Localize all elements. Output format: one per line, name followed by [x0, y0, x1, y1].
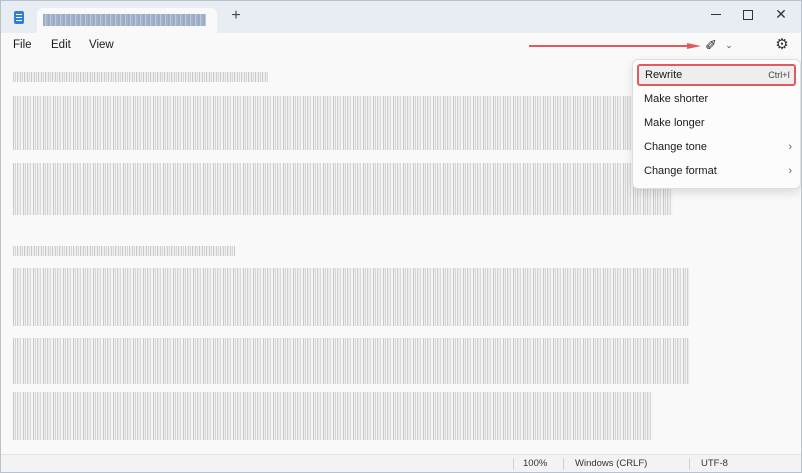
- menu-item-label: Make longer: [644, 117, 705, 129]
- minimize-button[interactable]: [698, 3, 734, 25]
- blurred-text-line: [13, 246, 235, 256]
- menu-item-label: Change format: [644, 165, 717, 177]
- blurred-paragraph: [13, 338, 689, 384]
- document-tab[interactable]: [37, 8, 217, 34]
- menu-item-make-shorter[interactable]: Make shorter: [637, 88, 796, 110]
- status-divider: [563, 458, 564, 470]
- chevron-right-icon: ›: [788, 165, 792, 177]
- status-bar: 100% Windows (CRLF) UTF-8: [1, 454, 801, 472]
- menu-view[interactable]: View: [89, 39, 114, 51]
- tab-title-blurred: [43, 14, 206, 26]
- title-bar: + ✕: [1, 1, 801, 34]
- menu-item-change-format[interactable]: Change format ›: [637, 160, 796, 182]
- line-ending[interactable]: Windows (CRLF): [575, 458, 647, 469]
- encoding[interactable]: UTF-8: [701, 458, 728, 469]
- menu-item-label: Change tone: [644, 141, 707, 153]
- menu-item-make-longer[interactable]: Make longer: [637, 112, 796, 134]
- status-divider: [513, 458, 514, 470]
- new-tab-button[interactable]: +: [228, 7, 244, 25]
- zoom-level[interactable]: 100%: [523, 458, 547, 469]
- menu-item-label: Make shorter: [644, 93, 709, 105]
- minimize-icon: [711, 14, 721, 16]
- notepad-window: + ✕ File Edit View ✐ ⌄ ⚙ Rewrite Ctrl+I …: [0, 0, 802, 473]
- notepad-app-icon: [14, 11, 24, 24]
- gear-icon[interactable]: ⚙: [773, 36, 791, 54]
- rewrite-dropdown-menu: Rewrite Ctrl+I Make shorter Make longer …: [632, 59, 801, 189]
- maximize-icon: [743, 9, 753, 20]
- menu-file[interactable]: File: [13, 39, 32, 51]
- blurred-paragraph: [13, 96, 633, 150]
- chevron-right-icon: ›: [788, 141, 792, 153]
- blurred-text-line: [13, 72, 268, 82]
- menu-item-label: Rewrite: [645, 69, 683, 81]
- maximize-button[interactable]: [730, 3, 766, 25]
- status-divider: [689, 458, 690, 470]
- annotation-arrow: [529, 43, 701, 49]
- blurred-paragraph: [13, 163, 673, 215]
- blurred-paragraph: [13, 392, 653, 440]
- chevron-down-icon[interactable]: ⌄: [723, 37, 735, 53]
- menu-edit[interactable]: Edit: [51, 39, 71, 51]
- menu-item-change-tone[interactable]: Change tone ›: [637, 136, 796, 158]
- shortcut-label: Ctrl+I: [768, 70, 790, 80]
- sparkle-pen-icon[interactable]: ✐: [702, 36, 720, 54]
- menu-item-rewrite[interactable]: Rewrite Ctrl+I: [637, 64, 796, 86]
- close-button[interactable]: ✕: [763, 3, 799, 25]
- blurred-paragraph: [13, 268, 689, 326]
